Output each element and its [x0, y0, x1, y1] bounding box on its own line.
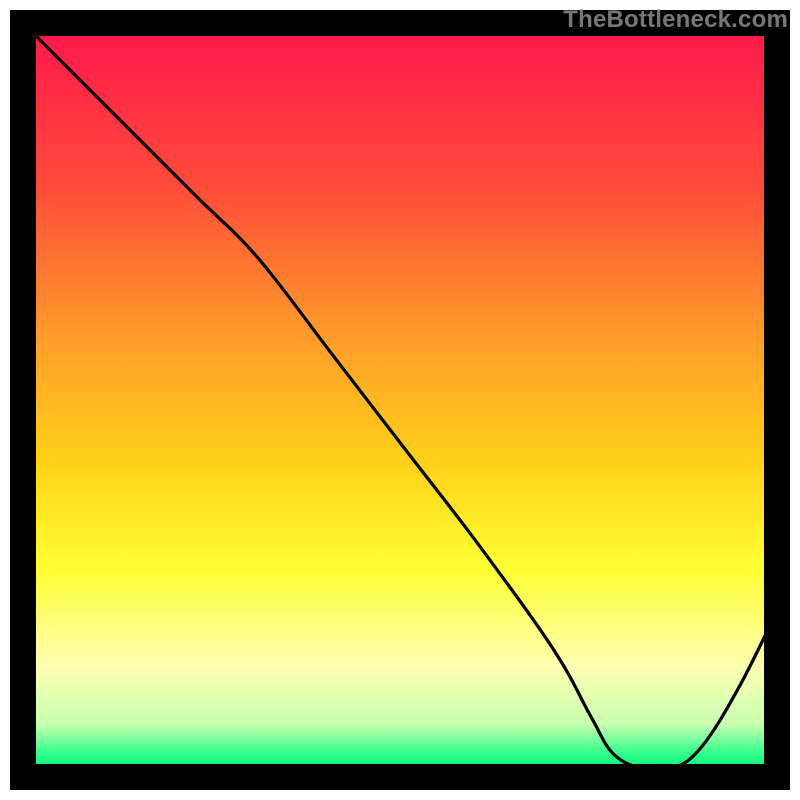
bottleneck-chart — [0, 0, 800, 800]
plot-area — [23, 23, 777, 777]
chart-container: TheBottleneck.com — [0, 0, 800, 800]
watermark-text: TheBottleneck.com — [563, 6, 788, 34]
